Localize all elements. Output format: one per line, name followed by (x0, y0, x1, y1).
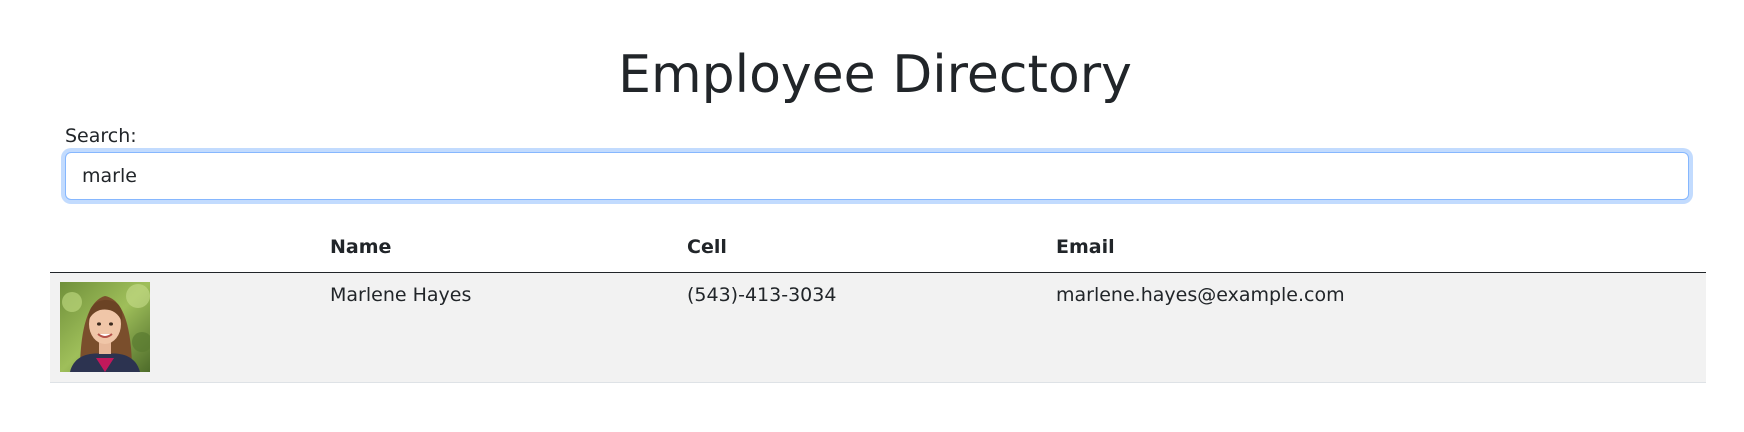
employee-email: marlene.hayes@example.com (1056, 284, 1345, 306)
photo-cell (50, 273, 320, 383)
column-header-email: Email (1046, 222, 1706, 273)
employee-cell: (543)-413-3034 (687, 284, 837, 306)
column-header-name[interactable]: Name (320, 222, 677, 273)
employee-table: Name Cell Email Marlene Hayes (543)-413-… (50, 222, 1706, 383)
column-header-cell: Cell (677, 222, 1046, 273)
table-row: Marlene Hayes (543)-413-3034 marlene.hay… (50, 272, 1706, 383)
column-header-photo (50, 222, 320, 273)
search-input[interactable] (65, 152, 1689, 200)
page-title: Employee Directory (618, 45, 1132, 105)
table-header-row: Name Cell Email (50, 222, 1706, 273)
employee-name: Marlene Hayes (330, 284, 472, 306)
employee-photo-icon (60, 282, 150, 372)
search-label: Search: (65, 125, 137, 147)
